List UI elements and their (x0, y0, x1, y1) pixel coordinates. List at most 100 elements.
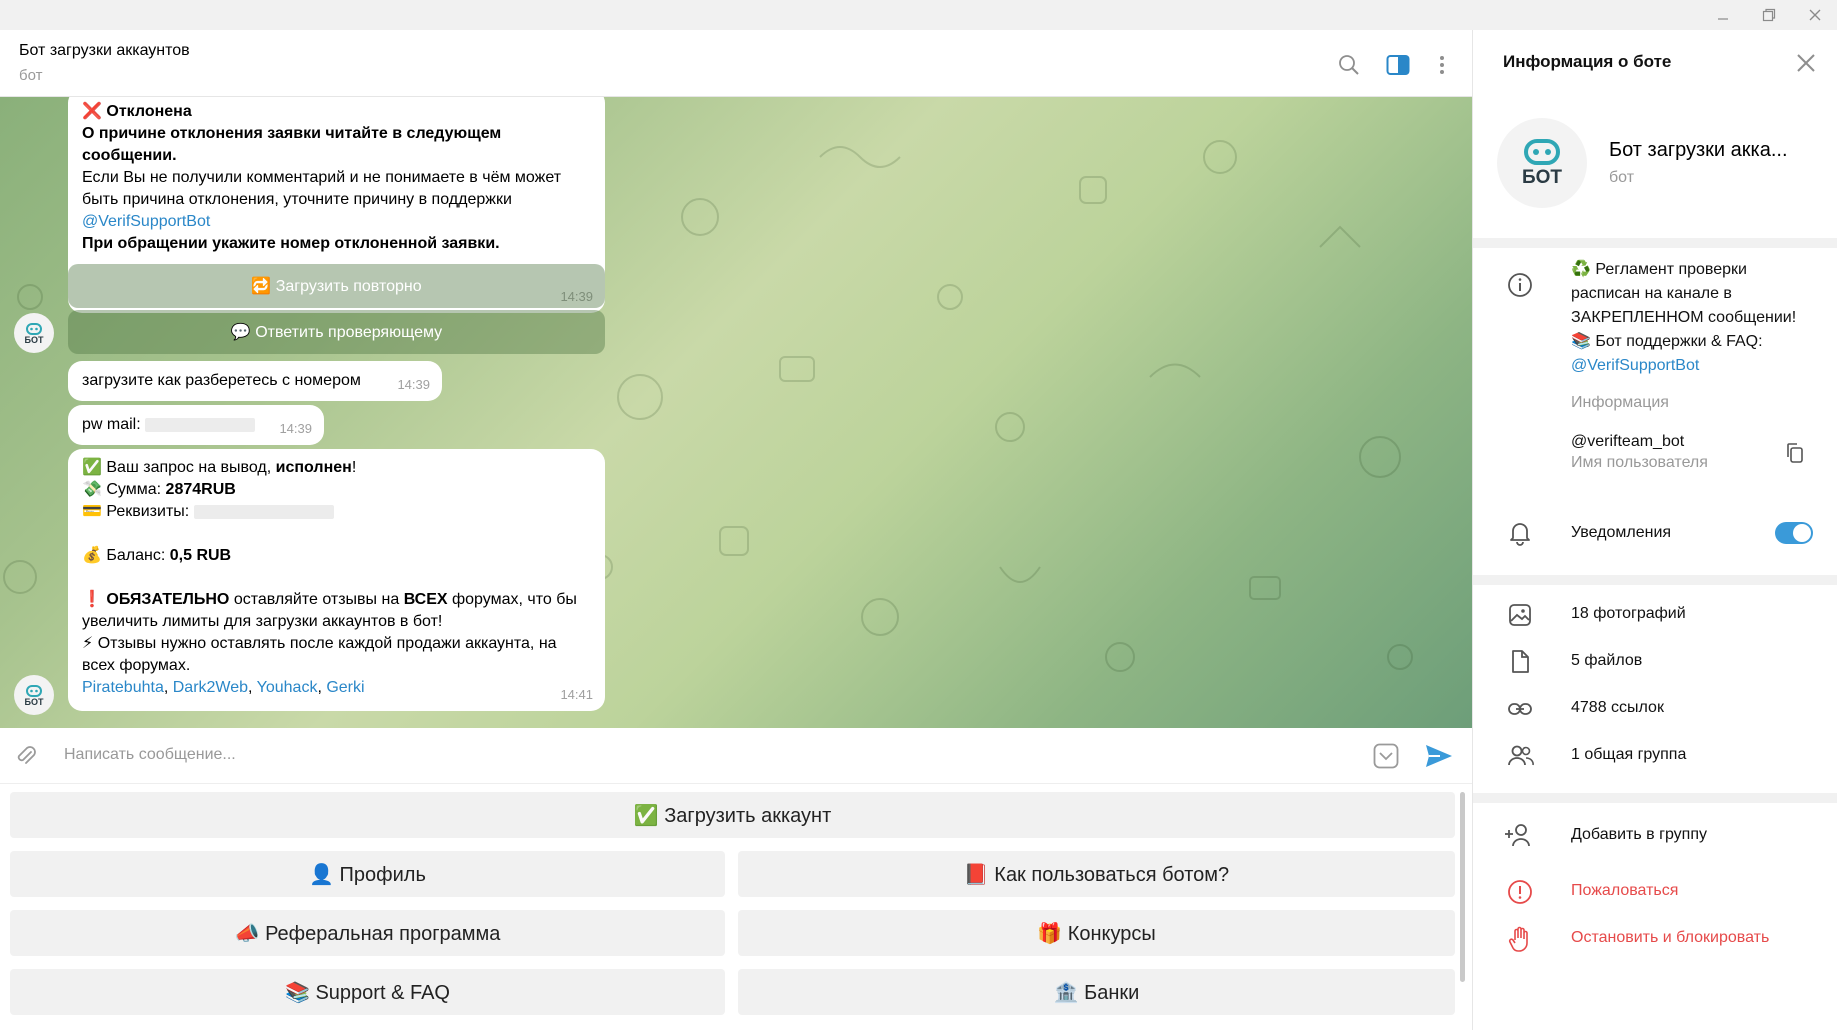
bot-avatar[interactable]: БОТ (14, 675, 54, 715)
money-wings-icon: 💸 (82, 481, 102, 498)
text: 0,5 RUB (169, 547, 232, 564)
contests-button[interactable]: 🎁 Конкурсы (738, 910, 1455, 956)
text: оставляйте отзывы на (233, 591, 400, 608)
close-icon[interactable] (1792, 0, 1837, 30)
profile-button[interactable]: 👤 Профиль (10, 851, 725, 897)
message-bubble[interactable]: ✅ Ваш запрос на вывод, исполнен! 💸 Сумма… (68, 449, 605, 711)
report-icon (1507, 879, 1533, 905)
cross-mark-icon: ❌ (82, 103, 102, 120)
message-input[interactable]: Написать сообщение... (64, 746, 236, 764)
bot-keyboard-icon[interactable] (1373, 743, 1399, 774)
files-count[interactable]: 5 файлов (1571, 649, 1642, 673)
forum-link[interactable]: Piratebuhta (82, 679, 164, 696)
chat-messages-area[interactable]: ❌ Отклонена О причине отклонения заявки … (0, 97, 1472, 728)
text: Баланс: (106, 547, 166, 564)
description-text: ♻️ Регламент проверки расписан на канале… (1571, 261, 1797, 326)
bell-icon (1507, 520, 1533, 546)
bot-name: Бот загрузки акка... (1609, 139, 1788, 161)
sidebar-toggle-icon[interactable] (1385, 52, 1411, 78)
attach-icon[interactable] (14, 744, 38, 773)
bot-type: бот (1609, 169, 1635, 186)
upload-account-button[interactable]: ✅ Загрузить аккаунт (10, 792, 1455, 838)
message-bubble[interactable]: pw mail: 14:39 (68, 405, 324, 445)
referral-program-button[interactable]: 📣 Реферальная программа (10, 910, 725, 956)
text: Ваш запрос на вывод, (106, 459, 272, 476)
avatar-label: БОТ (1521, 167, 1563, 188)
bot-description: ♻️ Регламент проверки расписан на канале… (1571, 258, 1811, 378)
chat-title[interactable]: Бот загрузки аккаунтов (19, 42, 190, 60)
add-to-group-button[interactable]: Добавить в группу (1571, 823, 1707, 847)
file-icon (1507, 649, 1533, 675)
text: ! (351, 459, 357, 476)
message-line: ❗ ОБЯЗАТЕЛЬНО оставляйте отзывы на ВСЕХ … (82, 589, 591, 633)
search-icon[interactable] (1336, 52, 1362, 78)
copy-icon[interactable] (1785, 442, 1805, 469)
message-line: 💳 Реквизиты: (82, 501, 591, 523)
status-text: Отклонена (106, 103, 192, 120)
forum-link[interactable]: Youhack (257, 679, 318, 696)
message-time: 14:41 (560, 687, 593, 702)
reload-button[interactable]: 🔁 Загрузить повторно (68, 264, 605, 308)
credit-card-icon: 💳 (82, 503, 102, 520)
text: Сумма: (106, 481, 162, 498)
separator: , (317, 679, 327, 696)
chat-header[interactable]: Бот загрузки аккаунтов бот (0, 30, 1472, 97)
money-bag-icon: 💰 (82, 547, 102, 564)
message-bubble[interactable]: загрузите как разберетесь с номером 14:3… (68, 361, 442, 401)
message-composer: Написать сообщение... (0, 728, 1472, 784)
info-icon (1507, 272, 1533, 298)
separator: , (163, 679, 173, 696)
bot-reply-keyboard: ✅ Загрузить аккаунт 👤 Профиль 📕 Как поль… (0, 784, 1472, 1030)
divider (1473, 793, 1837, 803)
keyboard-scrollbar[interactable] (1460, 792, 1465, 982)
window-titlebar (0, 0, 1837, 30)
stop-hand-icon (1507, 926, 1533, 952)
reply-reviewer-button[interactable]: 💬 Ответить проверяющему (68, 310, 605, 354)
links-count[interactable]: 4788 ссылок (1571, 696, 1664, 720)
support-link[interactable]: @VerifSupportBot (82, 211, 591, 233)
robot-icon (26, 322, 42, 335)
redacted-text (145, 417, 256, 432)
notifications-toggle[interactable] (1775, 522, 1813, 544)
message-line: ✅ Ваш запрос на вывод, исполнен! (82, 457, 591, 479)
check-mark-icon: ✅ (82, 459, 102, 476)
text: Реквизиты: (106, 503, 190, 520)
add-user-icon (1503, 822, 1530, 848)
redacted-text (193, 504, 334, 519)
robot-icon (1524, 139, 1560, 165)
divider (1473, 238, 1837, 248)
send-icon[interactable] (1424, 742, 1454, 775)
block-button[interactable]: Остановить и блокировать (1571, 929, 1769, 947)
support-link[interactable]: @VerifSupportBot (1571, 354, 1811, 378)
message-line: ⚡ Отзывы нужно оставлять после каждой пр… (82, 633, 591, 677)
forum-link[interactable]: Dark2Web (173, 679, 248, 696)
how-to-use-button[interactable]: 📕 Как пользоваться ботом? (738, 851, 1455, 897)
more-vertical-icon[interactable] (1429, 52, 1455, 78)
message-text: О причине отклонения заявки читайте в сл… (82, 125, 502, 164)
bot-info-panel: Информация о боте БОТ Бот загрузки акка.… (1472, 30, 1837, 1030)
link-icon (1507, 696, 1533, 722)
bot-avatar[interactable]: БОТ (14, 313, 54, 353)
forum-link[interactable]: Gerki (326, 679, 364, 696)
banks-button[interactable]: 🏦 Банки (738, 969, 1455, 1015)
minimize-icon[interactable] (1700, 0, 1746, 30)
photos-count[interactable]: 18 фотографий (1571, 602, 1686, 626)
report-button[interactable]: Пожаловаться (1571, 882, 1678, 900)
chat-subtitle: бот (19, 67, 43, 84)
message-text: При обращении укажите номер отклоненной … (82, 235, 500, 252)
message-line: 💰 Баланс: 0,5 RUB (82, 545, 591, 567)
restore-icon[interactable] (1746, 0, 1792, 30)
groups-count[interactable]: 1 общая группа (1571, 743, 1686, 767)
avatar-label: БОТ (24, 334, 44, 345)
message-text: загрузите как разберетесь с номером (82, 372, 361, 389)
support-faq-button[interactable]: 📚 Support & FAQ (10, 969, 725, 1015)
text: ОБЯЗАТЕЛЬНО (106, 591, 230, 608)
message-status: ❌ Отклонена (82, 101, 591, 123)
robot-icon (26, 684, 42, 697)
close-panel-icon[interactable] (1795, 52, 1819, 76)
bot-username[interactable]: @verifteam_bot (1571, 430, 1684, 454)
notifications-label: Уведомления (1571, 524, 1672, 541)
text: Отзывы нужно оставлять после каждой прод… (82, 635, 557, 674)
bot-profile-avatar[interactable]: БОТ (1497, 118, 1587, 208)
username-label: Имя пользователя (1571, 454, 1708, 471)
